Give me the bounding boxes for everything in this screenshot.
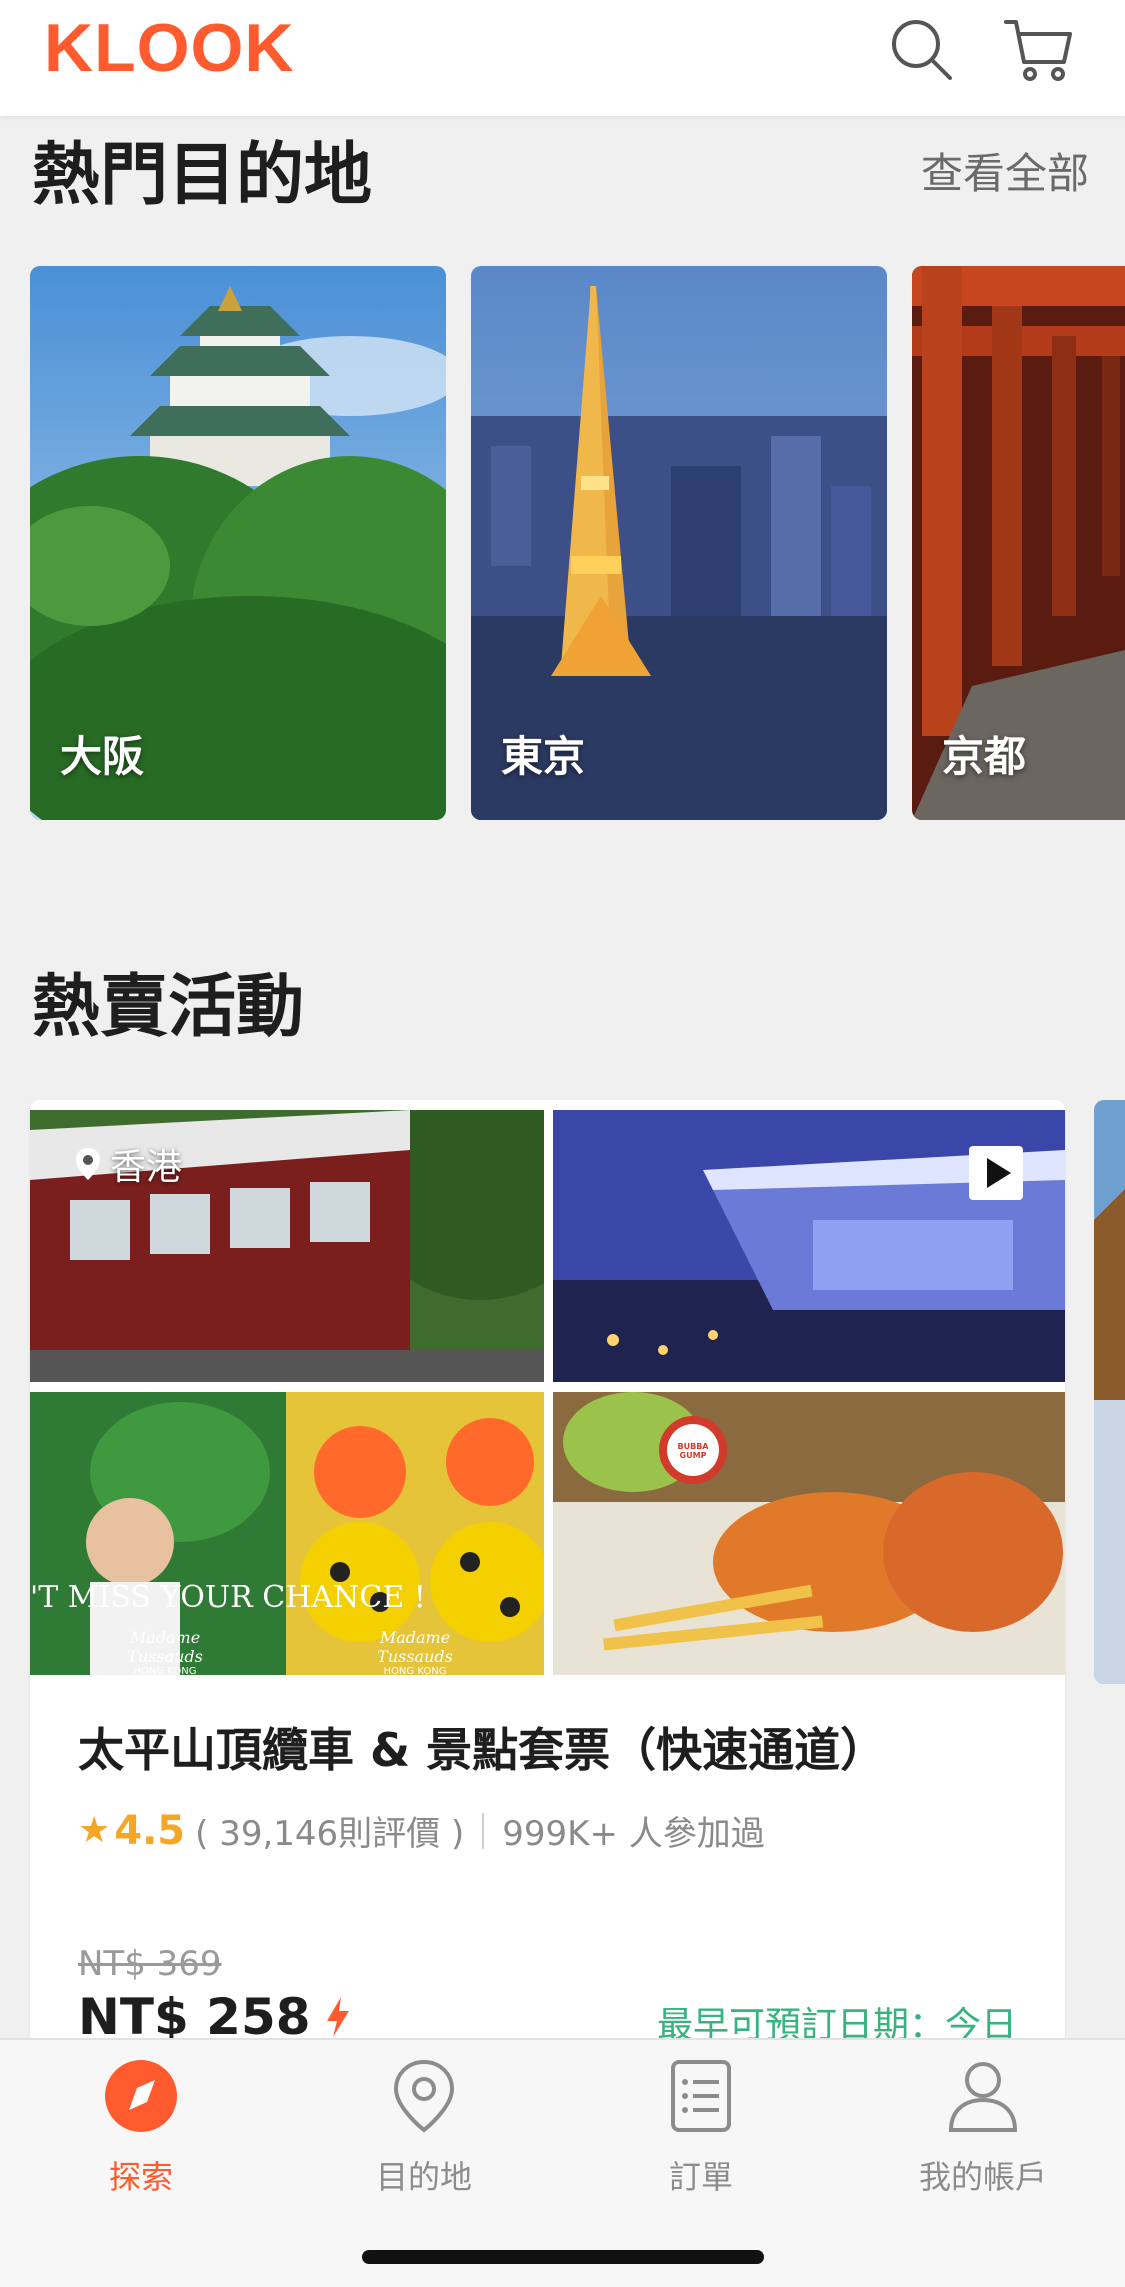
divider	[482, 1812, 485, 1849]
destination-label: 東京	[501, 732, 586, 781]
bubba-gump-logo: BUBBA GUMP	[677, 1442, 709, 1460]
tab-label: 目的地	[375, 2158, 472, 2196]
order-list-icon	[671, 2060, 731, 2132]
tab-destinations[interactable]: 目的地	[324, 2058, 524, 2208]
rating-row: ★ 4.5 ( 39,146則評價 ) 999K+ 人參加過	[78, 1806, 765, 1855]
madame-tussauds-image: 'T MISS YOUR CHANCE ! Madame Tussauds HO…	[30, 1392, 544, 1675]
destination-label: 大阪	[60, 732, 145, 781]
brand-sub-text: HONG KONG	[133, 1666, 197, 1675]
next-activity-card-peek[interactable]	[1094, 1100, 1125, 1684]
destination-label: 京都	[942, 732, 1027, 781]
activity-title[interactable]: 太平山頂纜車 & 景點套票（快速通道）	[78, 1720, 886, 1780]
popular-destinations-title: 熱門目的地	[32, 136, 373, 215]
cart-icon[interactable]	[1002, 14, 1074, 86]
destination-card-osaka[interactable]: 大阪	[30, 266, 446, 820]
brand-sub-text: HONG KONG	[383, 1666, 447, 1675]
search-icon[interactable]	[886, 14, 958, 86]
location-label: 香港	[110, 1147, 183, 1188]
brand-text: Madame Tussauds	[127, 1628, 203, 1666]
tab-label: 我的帳戶	[918, 2158, 1047, 2196]
destination-card-kyoto[interactable]: 京都	[912, 266, 1125, 820]
activity-card[interactable]: 'T MISS YOUR CHANCE ! Madame Tussauds HO…	[30, 1100, 1065, 2200]
original-price: NT$ 369	[78, 1944, 222, 1984]
star-icon: ★	[78, 1810, 111, 1851]
participant-count: 999K+ 人參加過	[502, 1814, 765, 1854]
tab-explore[interactable]: 探索	[41, 2058, 241, 2208]
tab-label: 探索	[108, 2158, 173, 2196]
bubba-gump-food-image: BUBBA GUMP	[553, 1392, 1065, 1675]
activity-image-mosaic: 'T MISS YOUR CHANCE ! Madame Tussauds HO…	[30, 1100, 1065, 1675]
brand-text: Madame Tussauds	[377, 1628, 453, 1666]
lightning-icon	[326, 1997, 349, 2037]
madame-tussauds-brand: Madame Tussauds HONG KONG	[340, 1628, 490, 1675]
image-caption: 'T MISS YOUR CHANCE !	[30, 1580, 426, 1615]
tab-account[interactable]: 我的帳戶	[883, 2058, 1083, 2208]
klook-logo[interactable]: KLOOK	[44, 14, 295, 82]
home-indicator	[362, 2250, 764, 2264]
rating-score: 4.5	[114, 1807, 186, 1854]
compass-icon	[105, 2060, 177, 2132]
play-video-icon[interactable]	[969, 1146, 1023, 1200]
tab-orders[interactable]: 訂單	[601, 2058, 801, 2208]
location-pin-icon	[76, 1148, 100, 1180]
madame-tussauds-brand: Madame Tussauds HONG KONG	[90, 1628, 240, 1675]
user-icon	[948, 2062, 1018, 2132]
location-tag: 香港	[74, 1138, 182, 1190]
tab-label: 訂單	[668, 2158, 733, 2196]
hot-activities-title: 熱賣活動	[32, 968, 305, 1047]
top-bar: KLOOK	[0, 0, 1125, 116]
review-count: ( 39,146則評價 )	[195, 1814, 465, 1854]
destination-card-tokyo[interactable]: 東京	[471, 266, 887, 820]
sky-terrace-image	[553, 1110, 1065, 1382]
location-pin-icon	[393, 2059, 455, 2133]
view-all-link[interactable]: 查看全部	[921, 148, 1089, 200]
